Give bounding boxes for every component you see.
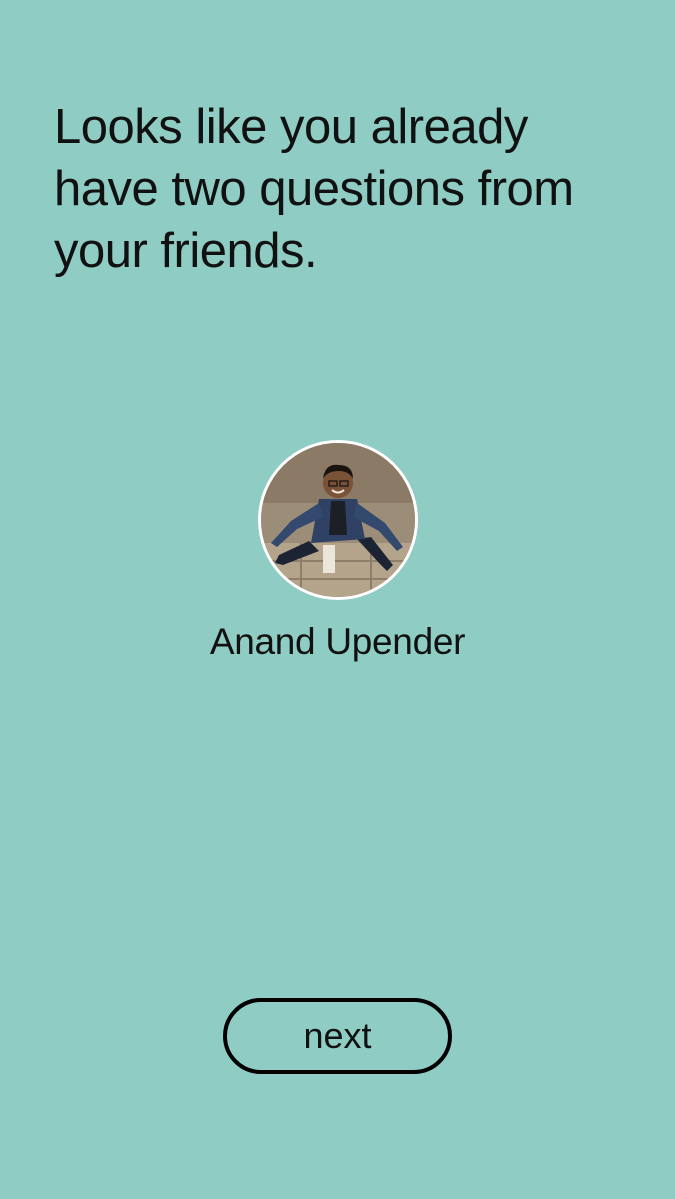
friend-card: Anand Upender xyxy=(0,440,675,664)
friend-avatar xyxy=(257,440,418,600)
friend-name: Anand Upender xyxy=(209,621,466,662)
onboarding-screen: Looks like you already have two question… xyxy=(0,0,675,1199)
next-button[interactable]: next xyxy=(223,998,452,1074)
avatar-photo xyxy=(260,443,415,597)
headline: Looks like you already have two question… xyxy=(54,100,574,278)
